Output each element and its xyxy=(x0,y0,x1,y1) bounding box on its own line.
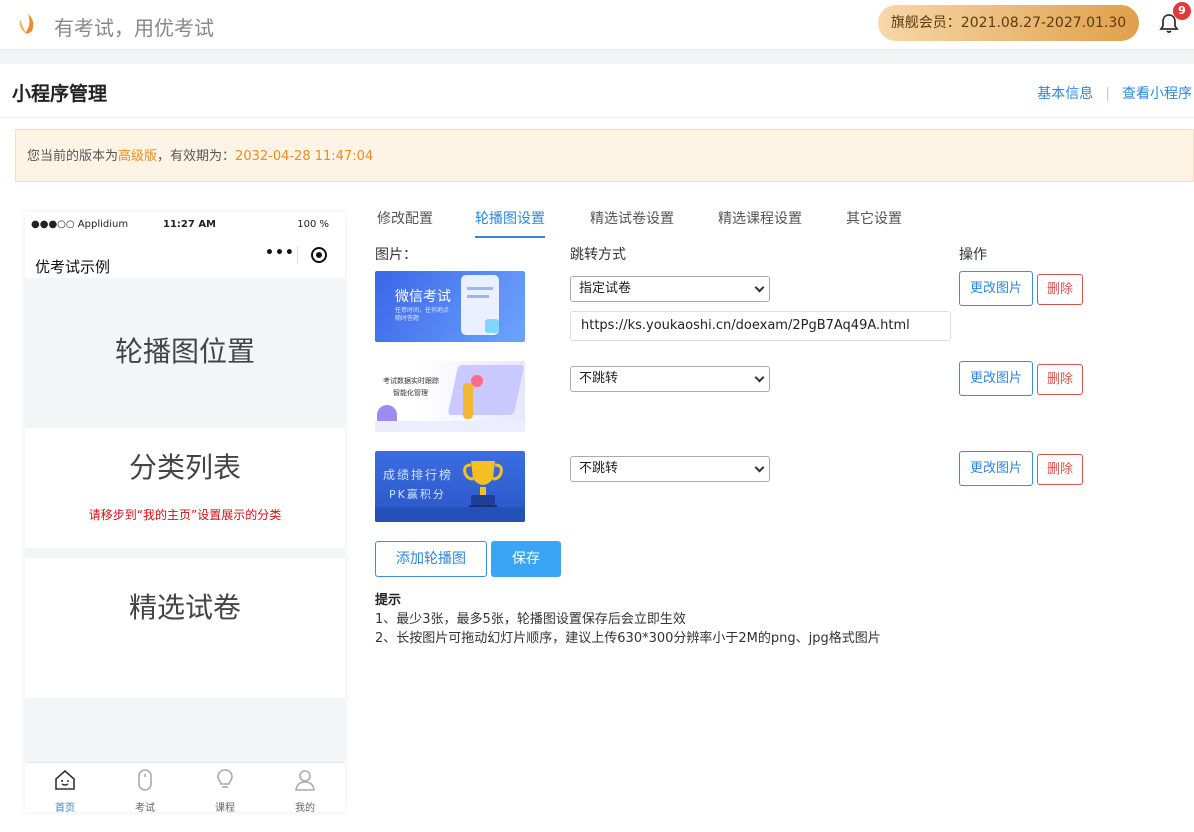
tab-banner-settings[interactable]: 轮播图设置 xyxy=(475,208,545,238)
person-illustration xyxy=(463,383,473,419)
phone-app-title: 优考试示例 xyxy=(35,258,111,276)
link-separator: | xyxy=(1105,86,1110,102)
chevron-down-icon xyxy=(754,462,765,473)
tab-featured-exams[interactable]: 精选试卷设置 xyxy=(590,208,674,236)
banner-placeholder-text: 轮播图位置 xyxy=(114,335,255,368)
tab-other-settings[interactable]: 其它设置 xyxy=(846,208,902,236)
thumb-title: 微信考试 xyxy=(395,289,451,305)
close-miniprogram-icon[interactable] xyxy=(311,247,327,263)
phone-tab-exam[interactable]: 考试 xyxy=(105,763,185,812)
phone-capsule: ••• xyxy=(255,242,335,268)
illustration-check xyxy=(485,319,499,333)
phone-tab-home[interactable]: 首页 xyxy=(25,763,105,812)
page-title: 小程序管理 xyxy=(12,83,108,105)
notice-prefix: 您当前的版本为 xyxy=(27,149,119,164)
thumb-title: 成绩排行榜 xyxy=(383,468,454,482)
illustration-line xyxy=(467,287,493,290)
banner-row: 成绩排行榜 PK赢积分 不跳转 更改图片 删除 xyxy=(375,451,1135,523)
add-banner-button[interactable]: 添加轮播图 xyxy=(375,541,487,577)
column-jump-header: 跳转方式 xyxy=(570,247,626,263)
phone-category-block: 分类列表 请移步到“我的主页”设置展示的分类 xyxy=(25,428,345,548)
site-slogan: 有考试，用优考试 xyxy=(54,16,214,40)
exam-title: 精选试卷 xyxy=(128,591,241,624)
jump-type-select[interactable]: 不跳转 xyxy=(570,366,770,392)
jump-type-value: 指定试卷 xyxy=(579,281,632,296)
thumb-title: 考试数据实时跟踪 xyxy=(383,377,439,385)
delete-button[interactable]: 删除 xyxy=(1037,274,1083,305)
banner-row: 考试数据实时跟踪 智能化管理 不跳转 更改图片 删除 xyxy=(375,361,1135,433)
phone-tab-label: 考试 xyxy=(135,803,155,812)
change-image-button[interactable]: 更改图片 xyxy=(959,271,1033,306)
jump-type-select[interactable]: 不跳转 xyxy=(570,456,770,482)
notice-version: 高级版 xyxy=(118,149,158,164)
phone-time: 11:27 AM xyxy=(163,219,217,230)
phone-carrier: ●●●○○ Applidium xyxy=(31,219,129,230)
phone-preview: ●●●○○ Applidium 11:27 AM 100 % 优考试示例 •••… xyxy=(25,212,345,812)
category-tip: 请移步到“我的主页”设置展示的分类 xyxy=(88,508,282,522)
top-bar: 有考试，用优考试 旗舰会员：2021.08.27-2027.01.30 9 xyxy=(0,0,1194,50)
phone-tab-label: 首页 xyxy=(55,803,75,812)
jump-type-select[interactable]: 指定试卷 xyxy=(570,276,770,302)
banner-thumbnail[interactable]: 成绩排行榜 PK赢积分 xyxy=(375,451,525,522)
thumb-subtitle: 任意时间，任何地点 随时答题 xyxy=(395,307,450,322)
banner-thumbnail[interactable]: 微信考试 任意时间，任何地点 随时答题 xyxy=(375,271,525,342)
save-button[interactable]: 保存 xyxy=(491,541,561,577)
illustration-ground xyxy=(375,507,525,522)
notification-count-badge: 9 xyxy=(1173,2,1191,20)
phone-tab-mine[interactable]: 我的 xyxy=(265,763,345,812)
change-image-button[interactable]: 更改图片 xyxy=(959,361,1033,396)
basic-info-link[interactable]: 基本信息 xyxy=(1037,86,1093,102)
mouse-icon xyxy=(138,769,152,791)
thumb-subtitle: 智能化管理 xyxy=(393,389,428,397)
banner-thumbnail[interactable]: 考试数据实时跟踪 智能化管理 xyxy=(375,361,525,432)
delete-button[interactable]: 删除 xyxy=(1037,364,1083,395)
vip-membership-badge[interactable]: 旗舰会员：2021.08.27-2027.01.30 xyxy=(878,5,1139,41)
view-miniprogram-link[interactable]: 查看小程序 xyxy=(1122,86,1192,102)
screen-illustration xyxy=(447,365,525,415)
jump-url-input[interactable]: https://ks.youkaoshi.cn/doexam/2PgB7Aq49… xyxy=(570,311,951,341)
page-header: 小程序管理 基本信息 | 查看小程序 xyxy=(0,64,1194,118)
home-icon xyxy=(55,769,75,790)
chevron-down-icon xyxy=(754,282,765,293)
jump-type-value: 不跳转 xyxy=(579,461,619,476)
phone-tab-course[interactable]: 课程 xyxy=(185,763,265,812)
version-notice: 您当前的版本为高级版，有效期为：2032-04-28 11:47:04 xyxy=(15,129,1194,182)
tab-featured-courses[interactable]: 精选课程设置 xyxy=(718,208,802,236)
chevron-down-icon xyxy=(754,372,765,383)
lightbulb-icon xyxy=(217,769,233,788)
notice-mid: ，有效期为： xyxy=(157,149,236,164)
phone-nav-bar: 优考试示例 ••• xyxy=(25,238,345,278)
category-title: 分类列表 xyxy=(128,451,241,484)
illustration-line xyxy=(467,295,489,298)
illustration-ground xyxy=(375,421,525,432)
notice-expire: 2032-04-28 11:47:04 xyxy=(235,149,374,164)
phone-battery: 100 % xyxy=(297,219,329,230)
hint-title: 提示 xyxy=(375,593,402,608)
capsule-divider xyxy=(297,246,298,264)
column-action-header: 操作 xyxy=(959,247,987,263)
logo-icon[interactable] xyxy=(14,11,40,37)
phone-tab-label: 我的 xyxy=(295,803,315,812)
change-image-button[interactable]: 更改图片 xyxy=(959,451,1033,486)
phone-status-bar: ●●●○○ Applidium 11:27 AM 100 % xyxy=(25,212,345,238)
jump-type-value: 不跳转 xyxy=(579,371,619,386)
phone-exam-block: 精选试卷 xyxy=(25,558,345,698)
phone-tab-label: 课程 xyxy=(215,803,235,812)
thumb-subtitle: PK赢积分 xyxy=(389,488,446,501)
delete-button[interactable]: 删除 xyxy=(1037,454,1083,485)
user-icon xyxy=(295,770,315,791)
tab-modify-config[interactable]: 修改配置 xyxy=(377,208,433,236)
phone-banner-placeholder: 轮播图位置 xyxy=(25,278,345,428)
column-image-header: 图片： xyxy=(375,247,417,263)
hint-line: 1、最少3张，最多5张，轮播图设置保存后会立即生效 xyxy=(375,612,686,627)
phone-tab-bar: 首页 考试 课程 我的 xyxy=(25,762,345,812)
hint-line: 2、长按图片可拖动幻灯片顺序，建议上传630*300分辨率小于2M的png、jp… xyxy=(375,631,881,646)
header-links: 基本信息 | 查看小程序 xyxy=(1037,83,1192,103)
more-icon[interactable]: ••• xyxy=(265,245,295,261)
banner-row: 微信考试 任意时间，任何地点 随时答题 指定试卷 https://ks.youk… xyxy=(375,271,1135,343)
